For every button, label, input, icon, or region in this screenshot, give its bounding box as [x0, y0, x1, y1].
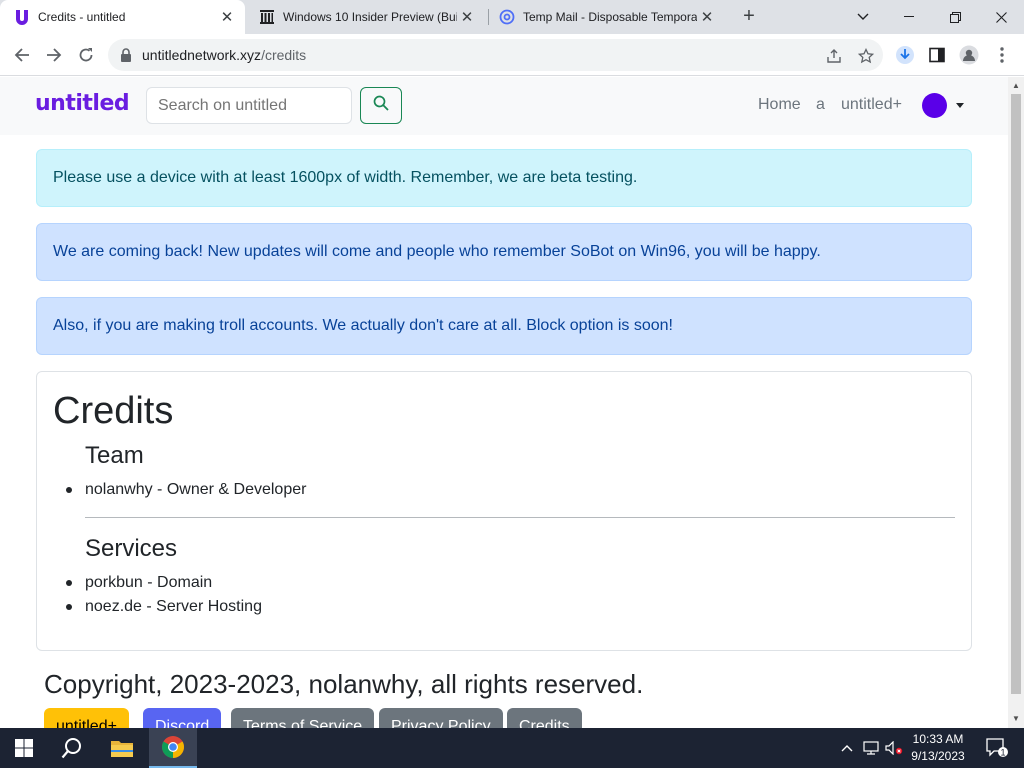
- alert-updates-notice: We are coming back! New updates will com…: [36, 223, 972, 281]
- url-host: untitlednetwork.xyz: [142, 47, 262, 63]
- alert-width-notice: Please use a device with at least 1600px…: [36, 149, 972, 207]
- services-heading: Services: [85, 535, 178, 562]
- search-icon: [373, 95, 389, 116]
- list-item: noez.de - Server Hosting: [66, 595, 262, 619]
- copyright-text: Copyright, 2023-2023, nolanwhy, all righ…: [44, 669, 644, 699]
- page-scrollbar[interactable]: ▲ ▼: [1008, 77, 1024, 728]
- list-item: porkbun - Domain: [66, 571, 262, 595]
- footer-discord-button[interactable]: Discord: [143, 708, 222, 728]
- nav-untitled-plus-link[interactable]: untitled+: [841, 96, 902, 114]
- tab-title: Windows 10 Insider Preview (Bui: [283, 10, 457, 24]
- volume-muted-icon[interactable]: [883, 728, 905, 768]
- taskbar-clock[interactable]: 10:33 AM 9/13/2023: [905, 731, 971, 765]
- credits-title: Credits: [53, 390, 174, 432]
- browser-toolbar: untitlednetwork.xyz/credits: [0, 34, 1024, 76]
- team-heading: Team: [85, 442, 144, 469]
- tab-credits-untitled[interactable]: Credits - untitled ✕: [0, 0, 245, 34]
- footer-untitled-plus-button[interactable]: untitled+: [44, 708, 129, 728]
- site-navbar: untitled Home a untitled+: [0, 77, 1008, 135]
- page-viewport: untitled Home a untitled+ Please use a d…: [0, 77, 1008, 728]
- share-icon[interactable]: [825, 47, 843, 65]
- tab-temp-mail[interactable]: Temp Mail - Disposable Tempora ✕: [485, 0, 725, 34]
- scroll-up-arrow-icon[interactable]: ▲: [1012, 81, 1020, 90]
- chrome-taskbar-icon[interactable]: [149, 728, 197, 768]
- footer-terms-button[interactable]: Terms of Service: [231, 708, 375, 728]
- windows-taskbar: 10:33 AM 9/13/2023 1: [0, 728, 1024, 768]
- close-tab-icon[interactable]: ✕: [697, 8, 717, 26]
- brand-logo[interactable]: untitled: [35, 91, 130, 116]
- file-explorer-icon[interactable]: [98, 728, 146, 768]
- close-tab-icon[interactable]: ✕: [217, 8, 237, 26]
- notification-center-icon[interactable]: 1: [979, 728, 1015, 768]
- restore-icon[interactable]: [932, 0, 978, 34]
- tab-search-chevron-icon[interactable]: [840, 0, 886, 34]
- url-path: /credits: [261, 47, 307, 63]
- windows-start-icon[interactable]: [0, 728, 48, 768]
- tab-title: Temp Mail - Disposable Tempora: [523, 10, 697, 24]
- bookmark-star-icon[interactable]: [857, 47, 875, 65]
- alert-troll-notice: Also, if you are making troll accounts. …: [36, 297, 972, 355]
- kebab-menu-icon[interactable]: [992, 45, 1012, 65]
- address-bar[interactable]: untitlednetwork.xyz/credits: [108, 39, 883, 71]
- download-icon[interactable]: [895, 45, 915, 65]
- close-window-icon[interactable]: [978, 0, 1024, 34]
- tab-title: Credits - untitled: [38, 10, 126, 24]
- nav-a-link[interactable]: a: [816, 96, 825, 114]
- profile-avatar-icon[interactable]: [959, 45, 979, 65]
- back-arrow-icon[interactable]: [8, 41, 36, 69]
- footer-privacy-button[interactable]: Privacy Policy: [379, 708, 503, 728]
- caret-down-icon[interactable]: [956, 103, 964, 108]
- footer-credits-button[interactable]: Credits: [507, 708, 582, 728]
- close-tab-icon[interactable]: ✕: [457, 8, 477, 26]
- search-button[interactable]: [360, 87, 402, 124]
- nav-home-link[interactable]: Home: [758, 96, 801, 114]
- divider: [85, 517, 955, 518]
- archive-org-icon: [259, 9, 275, 25]
- side-panel-icon[interactable]: [927, 45, 947, 65]
- alert-text: Also, if you are making troll accounts. …: [53, 317, 673, 334]
- network-icon[interactable]: [861, 728, 881, 768]
- url-text[interactable]: untitlednetwork.xyz/credits: [142, 47, 306, 63]
- clock-time: 10:33 AM: [912, 732, 964, 746]
- search-icon[interactable]: [48, 728, 96, 768]
- lock-icon[interactable]: [120, 48, 132, 62]
- scrollbar-thumb[interactable]: [1011, 94, 1021, 694]
- new-tab-plus-icon[interactable]: +: [737, 5, 761, 29]
- scroll-down-arrow-icon[interactable]: ▼: [1012, 714, 1020, 723]
- alert-text: We are coming back! New updates will com…: [53, 243, 821, 260]
- untitled-u-logo-icon: [14, 9, 30, 25]
- minimize-icon[interactable]: [886, 0, 932, 34]
- reload-icon[interactable]: [72, 41, 100, 69]
- credits-card: Credits Team nolanwhy - Owner & Develope…: [36, 371, 972, 651]
- at-sign-icon: [499, 9, 515, 25]
- services-list: porkbun - Domain noez.de - Server Hostin…: [66, 571, 262, 619]
- clock-date: 9/13/2023: [911, 749, 965, 763]
- search-input[interactable]: [146, 87, 352, 124]
- list-item: nolanwhy - Owner & Developer: [65, 478, 306, 502]
- user-avatar[interactable]: [922, 93, 947, 118]
- forward-arrow-icon[interactable]: [40, 41, 68, 69]
- notification-count: 1: [1000, 748, 1005, 758]
- tray-chevron-up-icon[interactable]: [838, 728, 856, 768]
- browser-tab-strip: Credits - untitled ✕ Windows 10 Insider …: [0, 0, 1024, 34]
- team-list: nolanwhy - Owner & Developer: [65, 478, 306, 502]
- alert-text: Please use a device with at least 1600px…: [53, 169, 638, 186]
- tab-windows-insider[interactable]: Windows 10 Insider Preview (Bui ✕: [245, 0, 485, 34]
